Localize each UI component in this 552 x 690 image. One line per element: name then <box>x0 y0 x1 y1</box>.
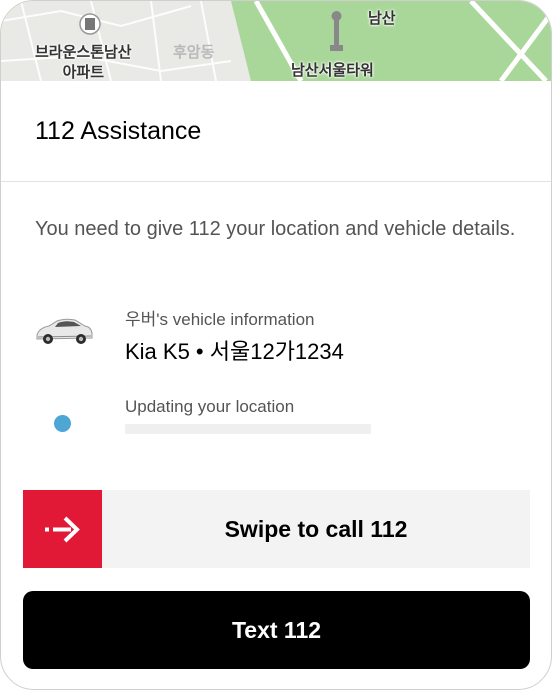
map-label-namsan: 남산 <box>368 10 396 27</box>
vehicle-info-value: Kia K5 • 서울12가1234 <box>125 339 344 364</box>
map-view[interactable]: 브라운스톤남산 아파트 후암동 남산 남산서울타워 <box>1 1 551 81</box>
location-loading-bar <box>125 424 371 434</box>
instruction-text: You need to give 112 your location and v… <box>35 218 516 240</box>
emergency-assistance-sheet: 브라운스톤남산 아파트 후암동 남산 남산서울타워 112 Assistance… <box>0 0 552 690</box>
map-label-tower: 남산서울타워 <box>291 62 374 79</box>
swipe-to-call-slider[interactable]: Swipe to call 112 <box>23 490 530 568</box>
location-status-caption: Updating your location <box>125 397 295 416</box>
map-label-apartment-line1: 브라운스톤남산 <box>35 44 132 61</box>
page-title: 112 Assistance <box>35 117 202 145</box>
swipe-handle[interactable] <box>23 490 102 568</box>
arrow-right-icon <box>44 516 80 543</box>
text-112-button[interactable]: Text 112 <box>23 591 530 669</box>
location-dot-icon <box>54 415 71 432</box>
map-label-huam: 후암동 <box>173 44 215 61</box>
car-icon <box>33 315 95 352</box>
map-label-apartment: 브라운스톤남산 아파트 <box>35 43 132 81</box>
map-label-apartment-line2: 아파트 <box>62 64 104 81</box>
vehicle-info-caption: 우버's vehicle information <box>125 310 315 329</box>
swipe-label: Swipe to call 112 <box>224 515 408 542</box>
sheet-header: 112 Assistance <box>1 81 551 182</box>
